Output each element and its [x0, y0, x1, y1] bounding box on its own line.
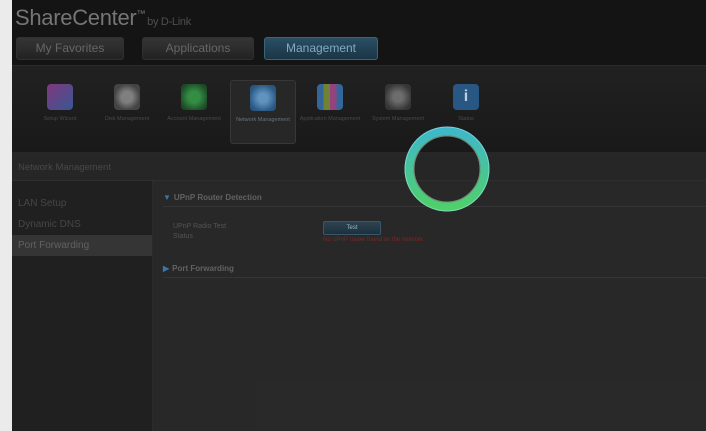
loading-overlay	[0, 0, 706, 431]
loading-spinner-icon	[404, 126, 490, 212]
